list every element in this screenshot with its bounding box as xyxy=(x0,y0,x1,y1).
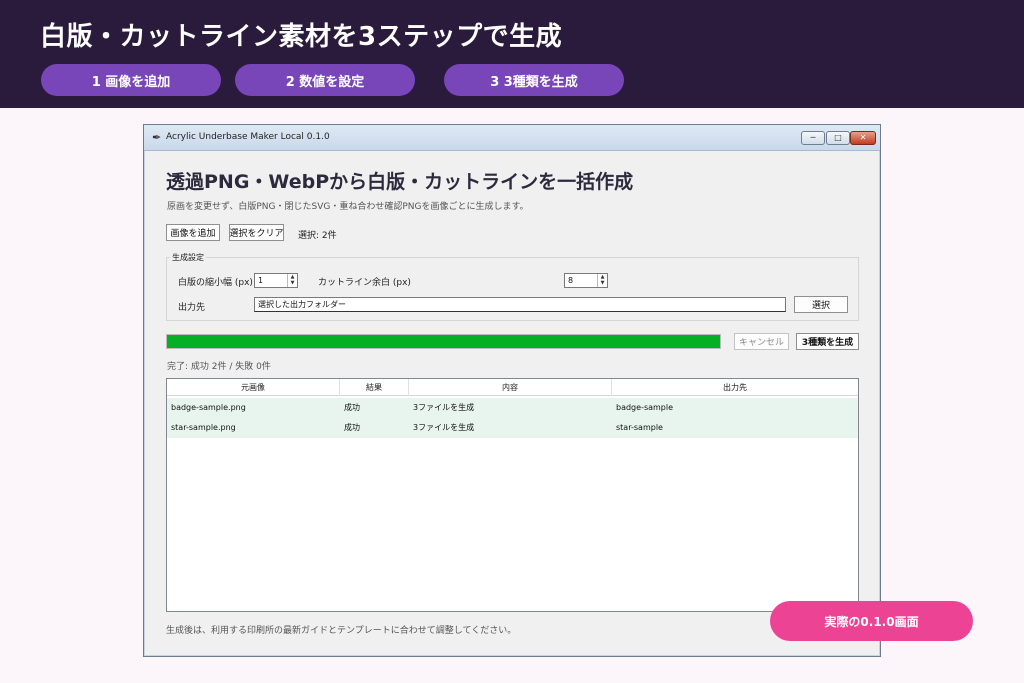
clear-selection-button[interactable]: 選択をクリア xyxy=(229,224,284,241)
generate-button[interactable]: 3種類を生成 xyxy=(796,333,859,350)
progress-fill xyxy=(167,335,720,348)
cell-source: badge-sample.png xyxy=(171,403,246,412)
shrink-spinbox[interactable]: 1 ▲ ▼ xyxy=(254,273,298,288)
spin-arrows-icon[interactable]: ▲ ▼ xyxy=(597,274,607,287)
cancel-button[interactable]: キャンセル xyxy=(734,333,789,350)
page-title: 透過PNG・WebPから白版・カットラインを一括作成 xyxy=(166,171,634,193)
header-banner: 白版・カットライン素材を3ステップで生成 1 画像を追加 2 数値を設定 3 3… xyxy=(0,0,1024,108)
cell-output: star-sample xyxy=(616,423,663,432)
column-header-content[interactable]: 内容 xyxy=(409,379,612,396)
progress-bar xyxy=(166,334,721,349)
minimize-button[interactable]: ─ xyxy=(801,131,825,145)
margin-value: 8 xyxy=(568,276,574,285)
margin-spinbox[interactable]: 8 ▲ ▼ xyxy=(564,273,608,288)
settings-legend: 生成設定 xyxy=(170,252,206,263)
column-header-result[interactable]: 結果 xyxy=(340,379,409,396)
table-header: 元画像 結果 内容 出力先 xyxy=(167,379,858,396)
column-header-output[interactable]: 出力先 xyxy=(612,379,858,396)
cell-output: badge-sample xyxy=(616,403,674,412)
step-3-pill: 3 3種類を生成 xyxy=(444,64,624,96)
window-title: Acrylic Underbase Maker Local 0.1.0 xyxy=(166,132,330,142)
banner-title: 白版・カットライン素材を3ステップで生成 xyxy=(40,22,563,52)
spin-arrows-icon[interactable]: ▲ ▼ xyxy=(287,274,297,287)
step-2-pill: 2 数値を設定 xyxy=(235,64,415,96)
output-label: 出力先 xyxy=(178,303,206,313)
margin-label: カットライン余白 (px) xyxy=(318,278,411,288)
shrink-value: 1 xyxy=(258,276,264,285)
cell-result: 成功 xyxy=(344,403,360,412)
selection-count: 選択: 2件 xyxy=(298,231,337,241)
column-header-source[interactable]: 元画像 xyxy=(167,379,340,396)
add-image-button[interactable]: 画像を追加 xyxy=(166,224,220,241)
results-table[interactable]: 元画像 結果 内容 出力先 badge-sample.png 成功 3ファイルを… xyxy=(166,378,859,612)
feather-icon: ✒ xyxy=(152,131,162,144)
output-folder-field[interactable]: 選択した出力フォルダー xyxy=(254,297,786,312)
close-button[interactable]: ✕ xyxy=(850,131,876,145)
window-titlebar[interactable]: ✒ Acrylic Underbase Maker Local 0.1.0 ─ … xyxy=(144,125,880,151)
app-window: ✒ Acrylic Underbase Maker Local 0.1.0 ─ … xyxy=(143,124,881,657)
status-text: 完了: 成功 2件 / 失敗 0件 xyxy=(167,362,271,372)
table-row[interactable]: badge-sample.png 成功 3ファイルを生成 badge-sampl… xyxy=(167,398,858,418)
page-subtitle: 原画を変更せず、白版PNG・閉じたSVG・重ね合わせ確認PNGを画像ごとに生成し… xyxy=(167,202,529,212)
step-1-pill: 1 画像を追加 xyxy=(41,64,221,96)
cell-content: 3ファイルを生成 xyxy=(413,403,475,412)
cell-source: star-sample.png xyxy=(171,423,236,432)
shrink-label: 白版の縮小幅 (px) xyxy=(178,278,253,288)
cell-content: 3ファイルを生成 xyxy=(413,423,475,432)
browse-output-button[interactable]: 選択 xyxy=(794,296,848,313)
maximize-button[interactable]: □ xyxy=(826,131,850,145)
footer-note: 生成後は、利用する印刷所の最新ガイドとテンプレートに合わせて調整してください。 xyxy=(166,626,517,636)
cell-result: 成功 xyxy=(344,423,360,432)
version-badge: 実際の0.1.0画面 xyxy=(770,601,973,641)
table-row[interactable]: star-sample.png 成功 3ファイルを生成 star-sample xyxy=(167,418,858,438)
